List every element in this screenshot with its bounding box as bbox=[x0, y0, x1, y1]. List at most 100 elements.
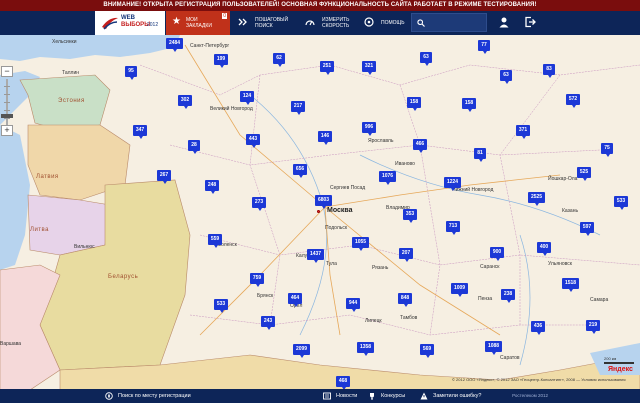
logout-icon[interactable] bbox=[524, 16, 536, 28]
region-count-marker[interactable]: 569 bbox=[420, 344, 434, 358]
region-count-marker[interactable]: 533 bbox=[214, 299, 228, 313]
bookmarks-label: МОИ ЗАКЛАДКИ bbox=[186, 17, 212, 29]
region-count-marker[interactable]: 464 bbox=[288, 293, 302, 307]
region-count-marker[interactable]: 533 bbox=[614, 196, 628, 210]
region-count-marker[interactable]: 302 bbox=[178, 95, 192, 109]
region-count-marker[interactable]: 243 bbox=[261, 316, 275, 330]
region-count-marker[interactable]: 347 bbox=[133, 125, 147, 139]
region-count-marker[interactable]: 217 bbox=[291, 101, 305, 115]
region-count-marker[interactable]: 1088 bbox=[485, 341, 502, 355]
city-label: Вильнюс bbox=[74, 244, 95, 250]
region-count-marker[interactable]: 656 bbox=[293, 164, 307, 178]
region-count-marker[interactable]: 1358 bbox=[357, 342, 374, 356]
city-label: Санкт-Петербург bbox=[190, 43, 230, 49]
region-count-marker[interactable]: 81 bbox=[474, 148, 486, 162]
region-count-marker[interactable]: 1437 bbox=[307, 249, 324, 263]
region-count-marker[interactable]: 759 bbox=[250, 273, 264, 287]
region-count-marker[interactable]: 572 bbox=[566, 94, 580, 108]
logo-text-year: 2012 bbox=[147, 22, 159, 28]
city-label: Хельсинки bbox=[52, 39, 77, 45]
zoom-in-button[interactable]: + bbox=[1, 125, 13, 136]
zoom-slider-handle[interactable] bbox=[1, 114, 13, 118]
step-search-nav[interactable]: ПОШАГОВЫЙ ПОИСК bbox=[238, 11, 298, 35]
help-nav[interactable]: ПОМОЩЬ bbox=[364, 11, 409, 35]
search-icon bbox=[417, 19, 425, 27]
region-count-marker[interactable]: 2525 bbox=[528, 192, 545, 206]
region-count-marker[interactable]: 1224 bbox=[444, 177, 461, 191]
election-map[interactable]: − + Хельсинки Санкт-Петербург Таллин Эст… bbox=[0, 35, 640, 390]
city-label: Брянск bbox=[257, 293, 274, 299]
region-count-marker[interactable]: 77 bbox=[478, 40, 490, 54]
my-bookmarks-button[interactable]: ★ МОИ ЗАКЛАДКИ 0 bbox=[166, 11, 230, 35]
city-label: Великий Новгород bbox=[210, 106, 253, 112]
region-count-marker[interactable]: 158 bbox=[462, 98, 476, 112]
region-count-marker[interactable]: 63 bbox=[420, 52, 432, 66]
zoom-tick bbox=[4, 110, 10, 111]
region-count-marker[interactable]: 436 bbox=[531, 321, 545, 335]
region-count-marker[interactable]: 238 bbox=[501, 289, 515, 303]
double-chevron-right-icon bbox=[238, 18, 247, 26]
city-label: Саратов bbox=[500, 355, 520, 361]
search-field[interactable] bbox=[411, 13, 487, 32]
region-count-marker[interactable]: 124 bbox=[240, 91, 254, 105]
region-count-marker[interactable]: 251 bbox=[320, 61, 334, 75]
zoom-out-button[interactable]: − bbox=[1, 66, 13, 77]
region-count-marker[interactable]: 2484 bbox=[166, 38, 183, 52]
region-count-marker[interactable]: 996 bbox=[362, 122, 376, 136]
region-count-marker[interactable]: 158 bbox=[407, 97, 421, 111]
bookmarks-count-badge: 0 bbox=[222, 13, 227, 19]
region-count-marker[interactable]: 400 bbox=[537, 242, 551, 256]
region-count-marker[interactable]: 443 bbox=[246, 134, 260, 148]
city-label: Тула bbox=[326, 261, 337, 267]
region-count-marker[interactable]: 353 bbox=[403, 209, 417, 223]
region-count-marker[interactable]: 273 bbox=[252, 197, 266, 211]
region-count-marker[interactable]: 1518 bbox=[562, 278, 579, 292]
region-count-marker[interactable]: 199 bbox=[214, 54, 228, 68]
notice-banner: ВНИМАНИЕ! ОТКРЫТА РЕГИСТРАЦИЯ ПОЛЬЗОВАТЕ… bbox=[0, 0, 640, 11]
user-icon[interactable] bbox=[498, 16, 510, 28]
region-count-marker[interactable]: 713 bbox=[446, 221, 460, 235]
country-label: Литва bbox=[30, 227, 49, 233]
zoom-tick bbox=[4, 102, 10, 103]
zoom-tick bbox=[4, 86, 10, 87]
region-count-marker[interactable]: 525 bbox=[577, 167, 591, 181]
region-count-marker[interactable]: 63 bbox=[500, 70, 512, 84]
compass-icon bbox=[105, 392, 113, 400]
region-count-marker[interactable]: 1009 bbox=[451, 283, 468, 297]
region-count-marker[interactable]: 2099 bbox=[293, 344, 310, 358]
news-icon bbox=[323, 392, 331, 400]
region-count-marker[interactable]: 1076 bbox=[379, 171, 396, 185]
region-count-marker[interactable]: 267 bbox=[157, 170, 171, 184]
region-count-marker[interactable]: 95 bbox=[125, 66, 137, 80]
region-count-marker[interactable]: 944 bbox=[346, 298, 360, 312]
measure-speed-nav[interactable]: ИЗМЕРИТЬ СКОРОСТЬ bbox=[305, 11, 360, 35]
region-count-marker[interactable]: 468 bbox=[336, 376, 350, 390]
map-copyright[interactable]: © 2012 ООО «Яндекс», © 2012 ЗАО «Геоцент… bbox=[452, 377, 626, 382]
logo-text-vybory: ВЫБОРЫ bbox=[121, 22, 151, 28]
logo-text-web: WEB bbox=[121, 15, 135, 21]
region-count-marker[interactable]: 219 bbox=[586, 320, 600, 334]
country-label: Эстония bbox=[58, 98, 85, 104]
region-count-marker[interactable]: 848 bbox=[398, 293, 412, 307]
region-count-marker[interactable]: 559 bbox=[208, 234, 222, 248]
country-label: Беларусь bbox=[108, 274, 139, 280]
region-count-marker[interactable]: 75 bbox=[601, 143, 613, 157]
region-count-marker[interactable]: 900 bbox=[490, 247, 504, 261]
country-label: Латвия bbox=[36, 174, 59, 180]
region-count-marker[interactable]: 597 bbox=[580, 222, 594, 236]
region-count-marker[interactable]: 321 bbox=[362, 61, 376, 75]
region-count-marker[interactable]: 146 bbox=[318, 131, 332, 145]
region-count-marker[interactable]: 62 bbox=[273, 53, 285, 67]
city-label: Таллин bbox=[62, 70, 79, 76]
region-count-marker[interactable]: 207 bbox=[399, 248, 413, 262]
site-logo[interactable]: WEB ВЫБОРЫ 2012 bbox=[95, 11, 165, 35]
region-count-marker[interactable]: 248 bbox=[205, 180, 219, 194]
region-count-marker[interactable]: 6803 bbox=[315, 195, 332, 209]
star-icon: ★ bbox=[172, 16, 181, 27]
region-count-marker[interactable]: 371 bbox=[516, 125, 530, 139]
region-count-marker[interactable]: 83 bbox=[543, 64, 555, 78]
zoom-tick bbox=[4, 94, 10, 95]
region-count-marker[interactable]: 1055 bbox=[352, 237, 369, 251]
region-count-marker[interactable]: 466 bbox=[413, 139, 427, 153]
region-count-marker[interactable]: 28 bbox=[188, 140, 200, 154]
